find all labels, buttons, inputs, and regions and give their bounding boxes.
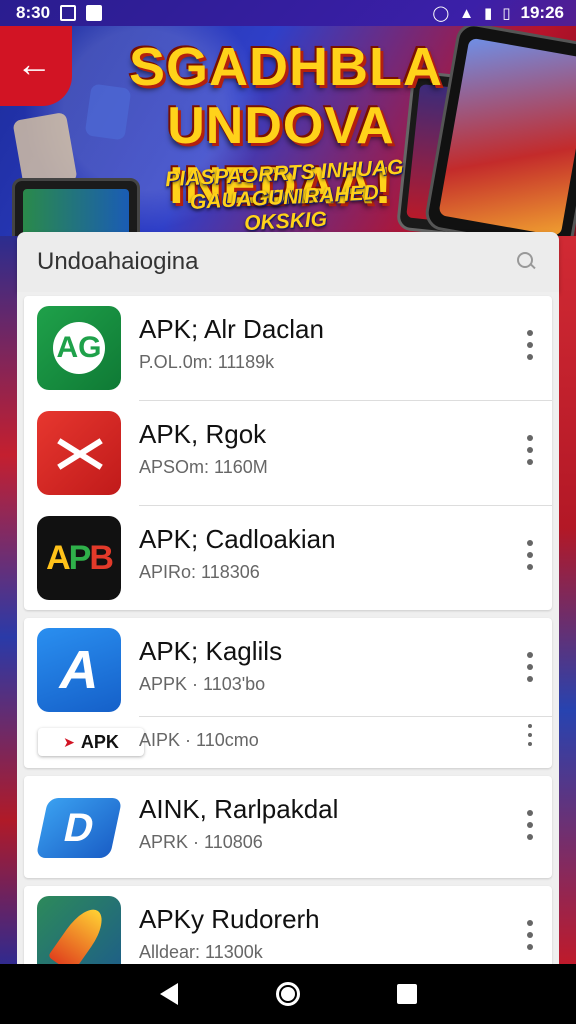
more-options-icon[interactable] — [520, 540, 540, 570]
app-title: APK; Kaglils — [139, 636, 283, 666]
more-options-icon[interactable] — [520, 435, 540, 465]
app-title: APK; Alr Daclan — [139, 314, 324, 344]
app-meta: P.OL.0m: 11189k — [139, 352, 275, 372]
apb-app-icon: APB — [37, 516, 121, 600]
recents-square-icon — [396, 984, 417, 1004]
app-title: APK, Rgok — [139, 419, 267, 449]
app-list-item[interactable]: A APK; Kaglils APPK · 1103'bo — [24, 618, 552, 722]
search-icon[interactable] — [517, 252, 537, 272]
status-time-right: 19:26 — [520, 3, 564, 22]
app-meta: APPK · 1103'bo — [139, 674, 266, 694]
app-list-item[interactable]: AG APK; Alr Daclan P.OL.0m: 11189k — [24, 296, 552, 400]
app-meta: APIRo: 118306 — [139, 562, 260, 582]
more-options-icon[interactable] — [520, 920, 540, 950]
vibrate-icon: ◯ — [432, 5, 450, 22]
apk-badge: ➤ APK — [38, 728, 144, 756]
app-meta: Alldear: 11300k — [139, 942, 263, 962]
nav-recents-button[interactable] — [387, 974, 427, 1014]
more-options-icon[interactable] — [520, 810, 540, 840]
app-list-item[interactable]: D AINK, Rarlpakdal APRK · 110806 — [24, 776, 552, 878]
status-time-left: 8:30 — [16, 3, 51, 22]
app-list-card: AG APK; Alr Daclan P.OL.0m: 11189k APK, … — [24, 296, 552, 610]
wifi-icon: ▲ — [459, 4, 474, 22]
banner-title-line1: SGADHBLA — [129, 37, 443, 97]
blue-d-app-icon: D — [37, 786, 121, 870]
search-bar[interactable]: Undoahaiogina — [17, 232, 559, 292]
app-list-card: A APK; Kaglils APPK · 1103'bo ➤ APK AIPK… — [24, 618, 552, 768]
app-title: AINK, Rarlpakdal — [139, 794, 339, 824]
image-notification-icon — [86, 5, 103, 21]
back-triangle-icon — [160, 983, 179, 1005]
notification-icon — [60, 5, 77, 21]
nav-home-button[interactable] — [268, 974, 308, 1014]
promo-banner: ← SGADHBLA UNDOVA INEDAA! PIASPAORRTS IN… — [0, 26, 576, 236]
signal-icon: ▮ — [483, 5, 493, 22]
system-nav-bar — [0, 964, 576, 1024]
plane-icon: ➤ — [63, 733, 75, 750]
app-sub-meta: AIPK · 110cmo — [139, 730, 259, 750]
search-query-text[interactable]: Undoahaiogina — [37, 248, 198, 276]
app-list-item[interactable]: APK, Rgok APSOm: 1160M — [24, 401, 552, 505]
more-options-icon[interactable] — [520, 652, 540, 682]
home-circle-icon — [275, 982, 300, 1006]
status-bar: 8:30 ◯ ▲ ▮ ▯ 19:26 — [0, 0, 576, 26]
more-options-icon[interactable] — [520, 724, 540, 746]
app-list-item[interactable]: APB APK; Cadloakian APIRo: 118306 — [24, 506, 552, 610]
app-sub-item[interactable]: ➤ APK AIPK · 110cmo — [24, 718, 552, 764]
app-meta: APSOm: 1160M — [139, 457, 268, 477]
list-divider — [139, 716, 552, 717]
background-decoration — [556, 236, 576, 966]
app-meta: APRK · 110806 — [139, 832, 263, 852]
app-title: APK; Cadloakian — [139, 524, 336, 554]
blue-a-app-icon: A — [37, 628, 121, 712]
battery-icon: ▯ — [502, 5, 511, 22]
more-options-icon[interactable] — [520, 330, 540, 360]
app-list-card: D AINK, Rarlpakdal APRK · 110806 — [24, 776, 552, 878]
ag-app-icon: AG — [37, 306, 121, 390]
back-arrow-icon[interactable]: ← — [12, 42, 56, 86]
red-x-app-icon — [37, 411, 121, 495]
nav-back-button[interactable] — [149, 974, 189, 1014]
app-title: APKy Rudorerh — [139, 904, 320, 934]
